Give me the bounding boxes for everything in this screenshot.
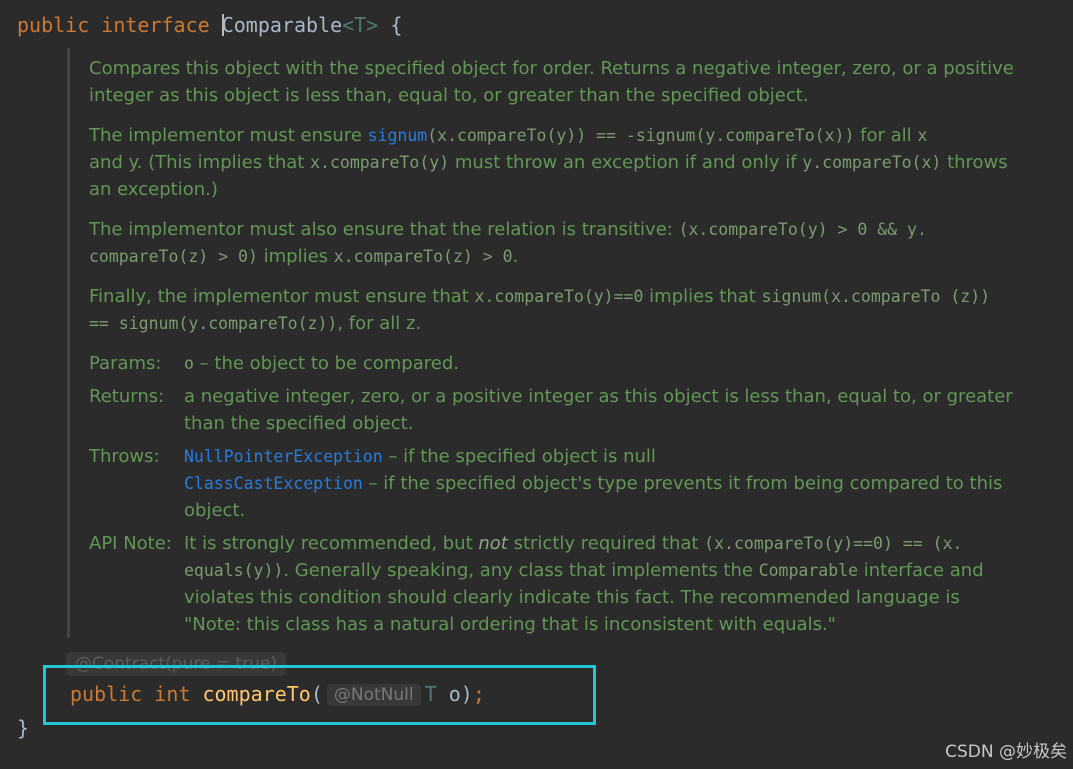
doc-text: and	[89, 152, 129, 173]
doc-paragraph-4: Finally, the implementor must ensure tha…	[89, 283, 1019, 337]
doc-text: .	[512, 246, 519, 267]
throws-row: Throws: NullPointerException – if the sp…	[89, 443, 1019, 524]
doc-code: (x.compareTo(y)) == -signum(y.compareTo(…	[427, 126, 855, 145]
doc-text: strictly required that	[507, 533, 705, 554]
doc-code: x.compareTo(y)	[310, 153, 450, 172]
doc-text: implies	[257, 246, 334, 267]
doc-text: , for all	[337, 313, 407, 334]
returns-desc: a negative integer, zero, or a positive …	[184, 386, 1013, 434]
params-body: o – the object to be compared.	[184, 350, 1019, 377]
doc-text: . (This implies that	[136, 152, 311, 173]
emphasis-not: not	[478, 533, 508, 554]
keyword-public: public	[17, 13, 90, 37]
doc-text: for all	[854, 125, 918, 146]
highlight-box	[43, 665, 596, 725]
javadoc-gutter-rule	[67, 48, 70, 638]
type-parameter: <T>	[342, 13, 379, 37]
param-name: o	[184, 354, 194, 373]
doc-text: . Generally speaking, any class that imp…	[283, 560, 759, 581]
doc-text: Finally, the implementor must ensure tha…	[89, 286, 475, 307]
rendered-javadoc: Compares this object with the specified …	[89, 55, 1019, 644]
close-brace: }	[17, 716, 30, 740]
api-note-label: API Note:	[89, 533, 172, 554]
doc-code: x.compareTo(z) > 0	[333, 247, 513, 266]
class-cast-exception-link[interactable]: ClassCastException	[184, 474, 363, 493]
open-brace: {	[390, 13, 403, 37]
throws-desc-1: – if the specified object is null	[382, 446, 656, 467]
doc-code: x	[917, 126, 928, 145]
returns-label: Returns:	[89, 386, 165, 407]
doc-text: It is strongly recommended, but	[184, 533, 479, 554]
doc-text: must throw an exception if and only if	[449, 152, 803, 173]
param-desc: – the object to be compared.	[193, 353, 459, 374]
watermark: CSDN @妙极矣	[945, 742, 1067, 762]
params-label: Params:	[89, 353, 162, 374]
signum-link[interactable]: signum	[368, 126, 428, 145]
doc-text: The implementor must ensure	[89, 125, 368, 146]
throws-body: NullPointerException – if the specified …	[184, 443, 1019, 524]
doc-paragraph-2: The implementor must ensure signum(x.com…	[89, 122, 1019, 203]
null-pointer-exception-link[interactable]: NullPointerException	[184, 447, 383, 466]
interface-name[interactable]: Comparable	[222, 13, 342, 37]
keyword-interface: interface	[101, 13, 210, 37]
throws-label: Throws:	[89, 446, 160, 467]
doc-text: The implementor must also ensure that th…	[89, 219, 679, 240]
doc-paragraph-1: Compares this object with the specified …	[89, 58, 1014, 106]
api-note-row: API Note: It is strongly recommended, bu…	[89, 530, 1019, 638]
doc-code: Comparable	[758, 561, 859, 580]
doc-text: implies that	[643, 286, 762, 307]
returns-row: Returns: a negative integer, zero, or a …	[89, 383, 1019, 437]
doc-text: y	[128, 152, 137, 173]
doc-text: .	[415, 313, 422, 334]
doc-code: y.compareTo(x)	[802, 153, 942, 172]
api-note-body: It is strongly recommended, but not stri…	[184, 530, 1019, 638]
params-row: Params: o – the object to be compared.	[89, 350, 1019, 377]
doc-paragraph-3: The implementor must also ensure that th…	[89, 216, 1019, 270]
doc-code: x.compareTo(y)==0	[474, 287, 644, 306]
interface-declaration: public interface Comparable<T> {	[17, 11, 402, 39]
